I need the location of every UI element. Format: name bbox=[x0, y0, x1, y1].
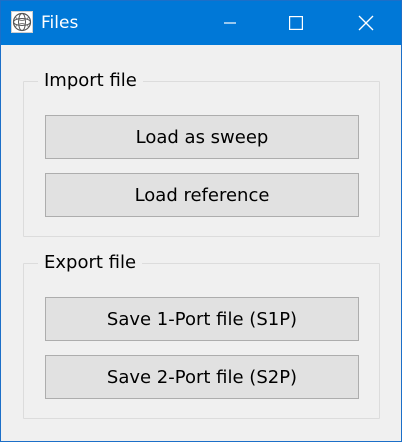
save-s2p-button[interactable]: Save 2-Port file (S2P) bbox=[45, 355, 359, 399]
sphere-mesh-icon bbox=[11, 11, 33, 33]
export-file-label: Export file bbox=[38, 250, 143, 276]
import-file-group: Import file Load as sweep Load reference bbox=[23, 68, 380, 237]
maximize-icon bbox=[289, 16, 303, 30]
export-file-group: Export file Save 1-Port file (S1P) Save … bbox=[23, 250, 380, 419]
import-file-label: Import file bbox=[38, 68, 143, 94]
load-reference-button[interactable]: Load reference bbox=[45, 173, 359, 217]
load-as-sweep-button[interactable]: Load as sweep bbox=[45, 115, 359, 159]
maximize-button[interactable] bbox=[273, 1, 319, 45]
save-s1p-button[interactable]: Save 1-Port file (S1P) bbox=[45, 297, 359, 341]
minimize-button[interactable] bbox=[207, 1, 253, 45]
minimize-icon bbox=[224, 17, 236, 29]
files-window: Files Import file Load as sweep Load ref… bbox=[0, 0, 402, 442]
title-bar[interactable]: Files bbox=[1, 1, 401, 45]
close-icon bbox=[358, 15, 374, 31]
close-button[interactable] bbox=[343, 1, 389, 45]
window-title: Files bbox=[41, 13, 79, 33]
